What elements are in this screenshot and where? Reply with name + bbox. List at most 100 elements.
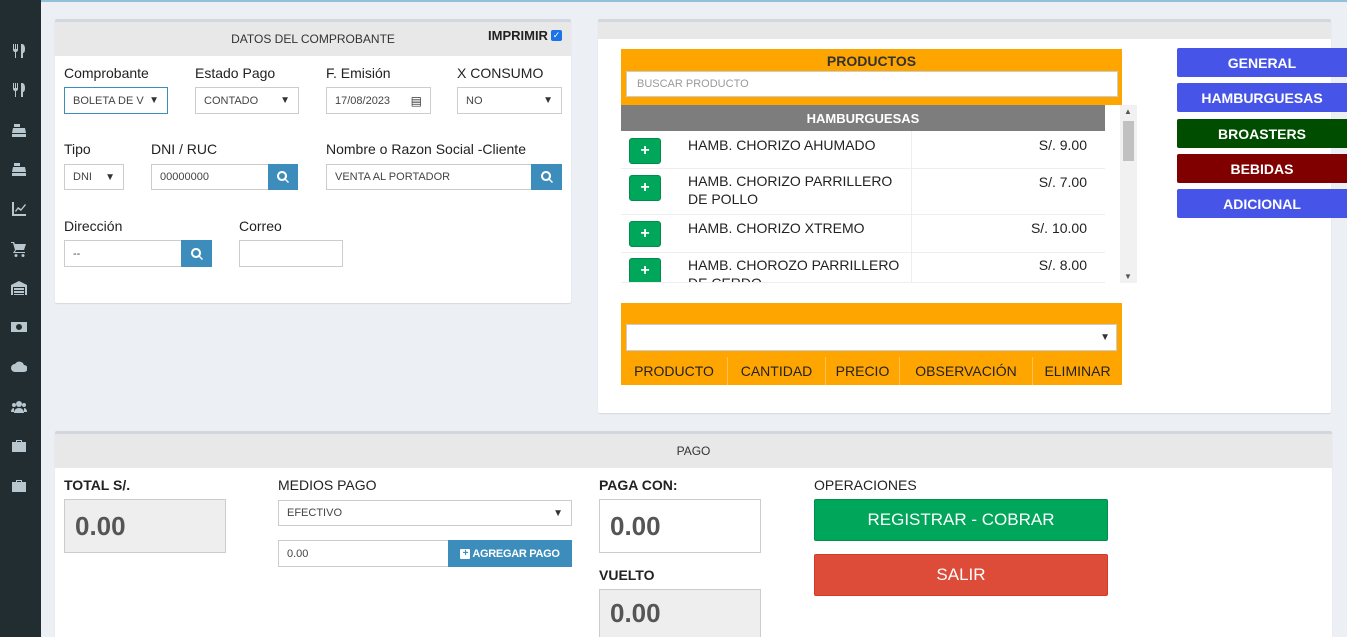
- add-product-button[interactable]: +: [629, 258, 661, 282]
- nombre-input[interactable]: VENTA AL PORTADOR: [326, 164, 532, 190]
- search-icon: [190, 247, 203, 260]
- dni-ruc-value: 00000000: [160, 171, 209, 183]
- top-accent-line: [41, 0, 1347, 2]
- medios-pago-label: MEDIOS PAGO: [278, 477, 377, 493]
- nombre-value: VENTA AL PORTADOR: [335, 171, 451, 183]
- category-general-button[interactable]: GENERAL: [1177, 48, 1347, 77]
- product-row: + HAMB. CHORIZO PARRILLERO DE POLLO S/. …: [621, 169, 1105, 215]
- category-broasters-button[interactable]: BROASTERS: [1177, 119, 1347, 148]
- calendar-icon[interactable]: ▤: [411, 94, 422, 108]
- paga-con-input[interactable]: 0.00: [599, 499, 761, 553]
- sidebar: [0, 0, 41, 637]
- product-price: S/. 10.00: [1030, 220, 1087, 236]
- chevron-down-icon: ▼: [553, 507, 563, 519]
- cash-register-icon[interactable]: [10, 160, 28, 178]
- total-label: TOTAL S/.: [64, 477, 131, 493]
- nombre-search-button[interactable]: [531, 164, 562, 190]
- cash-register-icon[interactable]: [10, 121, 28, 139]
- category-header: HAMBURGUESAS: [621, 105, 1105, 131]
- divider: [911, 169, 912, 214]
- product-price: S/. 7.00: [1038, 174, 1087, 190]
- f-emision-input[interactable]: 17/08/2023 ▤: [326, 87, 431, 114]
- product-row: + HAMB. CHORIZO XTREMO S/. 10.00: [621, 215, 1105, 253]
- estado-pago-label: Estado Pago: [195, 65, 276, 81]
- medio-pago-value: EFECTIVO: [287, 507, 343, 519]
- chart-line-icon[interactable]: [10, 200, 28, 218]
- comprobante-value: BOLETA DE V: [73, 94, 144, 107]
- nombre-label: Nombre o Razon Social -Cliente: [326, 141, 526, 157]
- cart-icon[interactable]: [10, 240, 28, 258]
- direccion-search-button[interactable]: [181, 240, 212, 267]
- search-placeholder: BUSCAR PRODUCTO: [637, 78, 749, 90]
- column-precio: PRECIO: [825, 357, 899, 385]
- x-consumo-value: NO: [466, 94, 483, 107]
- comprobante-select[interactable]: BOLETA DE V ▼: [64, 87, 168, 114]
- column-eliminar: ELIMINAR: [1032, 357, 1122, 385]
- comprobante-title: DATOS DEL COMPROBANTE: [231, 32, 395, 46]
- scrollbar-thumb[interactable]: [1123, 121, 1134, 161]
- tipo-select[interactable]: DNI ▼: [64, 164, 124, 190]
- direccion-input[interactable]: --: [64, 240, 182, 267]
- comprobante-label: Comprobante: [64, 65, 149, 81]
- product-name: HAMB. CHORIZO PARRILLERO DE POLLO: [688, 173, 893, 207]
- product-list-scrollbar[interactable]: ▲ ▼: [1120, 105, 1137, 283]
- direccion-value: --: [73, 247, 81, 260]
- toolbox-icon[interactable]: [10, 437, 28, 455]
- estado-pago-select[interactable]: CONTADO ▼: [195, 87, 299, 114]
- chevron-down-icon: ▼: [1100, 332, 1110, 343]
- cloud-upload-icon[interactable]: [10, 358, 28, 376]
- product-price: S/. 9.00: [1038, 137, 1087, 153]
- direccion-label: Dirección: [64, 218, 123, 234]
- utensils-icon[interactable]: [10, 42, 28, 60]
- f-emision-label: F. Emisión: [326, 65, 391, 81]
- money-icon[interactable]: [10, 318, 28, 336]
- monto-pago-value: 0.00: [287, 547, 309, 560]
- utensils-icon[interactable]: [10, 81, 28, 99]
- chevron-down-icon: ▼: [280, 95, 290, 106]
- medio-pago-select[interactable]: EFECTIVO ▼: [278, 500, 572, 526]
- search-icon: [277, 171, 289, 183]
- plus-square-icon: +: [460, 548, 471, 559]
- divider: [911, 253, 912, 282]
- divider: [911, 131, 912, 168]
- correo-input[interactable]: [239, 240, 343, 267]
- product-name: HAMB. CHORIZO AHUMADO: [688, 137, 876, 153]
- add-product-button[interactable]: +: [629, 221, 661, 247]
- order-select[interactable]: ▼: [626, 324, 1117, 351]
- column-producto: PRODUCTO: [634, 363, 714, 379]
- category-hamburguesas-button[interactable]: HAMBURGUESAS: [1177, 83, 1347, 112]
- agregar-pago-button[interactable]: + AGREGAR PAGO: [448, 540, 572, 567]
- registrar-cobrar-button[interactable]: REGISTRAR - COBRAR: [814, 499, 1108, 541]
- product-search-input[interactable]: BUSCAR PRODUCTO: [626, 71, 1118, 97]
- agregar-pago-label: AGREGAR PAGO: [472, 547, 560, 560]
- dni-search-button[interactable]: [268, 164, 298, 190]
- column-cantidad: CANTIDAD: [727, 357, 825, 385]
- total-value: 0.00: [64, 499, 226, 553]
- correo-label: Correo: [239, 218, 282, 234]
- category-adicional-button[interactable]: ADICIONAL: [1177, 189, 1347, 218]
- warehouse-icon[interactable]: [10, 279, 28, 297]
- product-price: S/. 8.00: [1038, 257, 1087, 273]
- f-emision-value: 17/08/2023: [335, 94, 391, 107]
- toolbox-icon[interactable]: [10, 477, 28, 495]
- add-product-button[interactable]: +: [629, 175, 661, 201]
- add-product-button[interactable]: +: [629, 138, 661, 164]
- order-table: ▼ PRODUCTO CANTIDAD PRECIO OBSERVACIÓN E…: [621, 303, 1122, 385]
- monto-pago-input[interactable]: 0.00: [278, 540, 449, 567]
- scroll-up-icon[interactable]: ▲: [1124, 107, 1132, 116]
- paga-con-label: PAGA CON:: [599, 477, 678, 493]
- divider: [911, 215, 912, 252]
- salir-button[interactable]: SALIR: [814, 554, 1108, 596]
- scroll-down-icon[interactable]: ▼: [1124, 272, 1132, 281]
- imprimir-checkbox[interactable]: ✓: [551, 30, 562, 41]
- users-icon[interactable]: [10, 398, 28, 416]
- productos-panel-header: [598, 22, 1331, 39]
- vuelto-label: VUELTO: [599, 567, 655, 583]
- dni-ruc-input[interactable]: 00000000: [151, 164, 269, 190]
- productos-header: PRODUCTOS BUSCAR PRODUCTO: [621, 49, 1122, 105]
- x-consumo-select[interactable]: NO ▼: [457, 87, 562, 114]
- operaciones-label: OPERACIONES: [814, 477, 917, 493]
- pago-header: PAGO: [55, 434, 1332, 468]
- category-bebidas-button[interactable]: BEBIDAS: [1177, 154, 1347, 183]
- column-observacion: OBSERVACIÓN: [899, 357, 1032, 385]
